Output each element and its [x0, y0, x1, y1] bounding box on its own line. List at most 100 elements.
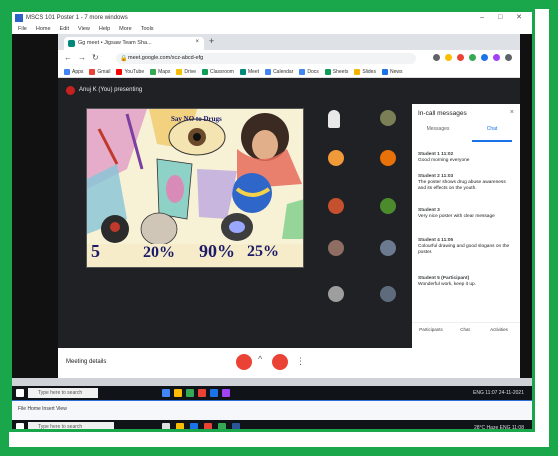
menu-item[interactable]: File: [18, 26, 27, 32]
slides-icon: [354, 68, 361, 75]
calendar-icon: [265, 68, 272, 75]
participant-tile[interactable]: [328, 110, 340, 128]
docs-icon: [299, 68, 306, 75]
address-bar[interactable]: 🔒 meet.google.com/xcz-abcd-efg: [116, 53, 416, 64]
taskbar-app-icon[interactable]: [186, 389, 194, 397]
window-controls[interactable]: – □ ✕: [480, 13, 528, 21]
system-tray: ENG 11:07 24-11-2021: [473, 390, 524, 396]
menu-item[interactable]: Edit: [60, 26, 69, 32]
chevron-up-icon[interactable]: ^: [258, 354, 262, 364]
end-call-button[interactable]: [272, 354, 288, 370]
participant-tile[interactable]: [328, 240, 344, 256]
menu-item[interactable]: Home: [36, 26, 51, 32]
poster-stat: 90%: [199, 241, 235, 261]
taskbar-app-icon[interactable]: [210, 389, 218, 397]
participant-tile[interactable]: [328, 198, 344, 214]
chat-message: Student 2 11:03 The poster shows drug ab…: [418, 174, 506, 191]
taskbar-bottom: Type here to search 28°C Haze ENG 11:08: [12, 420, 532, 429]
apps-icon: [64, 68, 70, 75]
drive-icon: [176, 68, 183, 75]
bookmark-item[interactable]: Classroom: [202, 68, 234, 75]
bookmark-item[interactable]: Docs: [299, 68, 319, 75]
tab-chat[interactable]: Chat: [472, 126, 512, 132]
bookmark-item[interactable]: YouTube: [116, 68, 144, 75]
taskbar-app-icon[interactable]: [162, 423, 170, 429]
shared-screen-poster: Say NO to Drugs 5 20% 90% 25%: [86, 108, 304, 268]
active-tab-indicator: [472, 140, 512, 142]
windows-start-icon[interactable]: [16, 423, 24, 429]
close-tab-icon[interactable]: ×: [195, 39, 199, 45]
menu-dots-icon[interactable]: [505, 54, 512, 61]
star-icon[interactable]: [445, 54, 452, 61]
tab-bar: Gg meet • Jigsaw Team Sha... × +: [58, 34, 520, 50]
taskbar-app-icon[interactable]: [190, 423, 198, 429]
extension-icon[interactable]: [469, 54, 476, 61]
bookmark-item[interactable]: Drive: [176, 68, 196, 75]
address-row: ← → ↻ 🔒 meet.google.com/xcz-abcd-efg: [58, 50, 520, 66]
reload-icon[interactable]: ↻: [92, 53, 99, 62]
bookmark-item[interactable]: Apps: [64, 68, 83, 75]
menu-item[interactable]: View: [78, 26, 90, 32]
more-options-icon[interactable]: ⋮: [296, 356, 305, 367]
tab-messages[interactable]: Messages: [418, 126, 458, 132]
new-tab-button[interactable]: +: [209, 36, 214, 46]
bookmark-item[interactable]: Meet: [239, 68, 259, 75]
participant-tile[interactable]: [328, 286, 344, 302]
participants-button[interactable]: Participants: [416, 327, 446, 332]
lock-icon: 🔒: [120, 56, 128, 62]
maps-icon: [150, 68, 157, 75]
bookmark-item[interactable]: Slides: [354, 68, 376, 75]
menu-item[interactable]: Help: [99, 26, 110, 32]
bookmark-item[interactable]: Sheets: [324, 68, 348, 75]
chat-button[interactable]: Chat: [450, 327, 480, 332]
meeting-details-button[interactable]: Meeting details: [66, 359, 106, 365]
camera-icon[interactable]: [433, 54, 440, 61]
mic-off-button[interactable]: [236, 354, 252, 370]
taskbar-app-icon[interactable]: [176, 423, 184, 429]
participant-tile[interactable]: [380, 150, 396, 166]
menu-item[interactable]: Tools: [141, 26, 154, 32]
participant-tile[interactable]: [380, 286, 396, 302]
news-icon: [381, 68, 388, 75]
taskbar-search[interactable]: Type here to search: [28, 422, 114, 429]
separator-band: [12, 378, 532, 386]
activities-button[interactable]: Activities: [484, 327, 514, 332]
taskbar-app-icon[interactable]: [198, 389, 206, 397]
close-panel-icon[interactable]: ×: [510, 109, 514, 116]
chat-message: Student 3 Very nice poster with clear me…: [418, 208, 495, 219]
taskbar-app-icon[interactable]: [204, 423, 212, 429]
taskbar-app-icon[interactable]: [222, 389, 230, 397]
taskbar-app-icon[interactable]: [162, 389, 170, 397]
windows-start-icon[interactable]: [16, 389, 24, 397]
extension-icon[interactable]: [481, 54, 488, 61]
back-icon[interactable]: ←: [64, 53, 72, 62]
browser-tab[interactable]: Gg meet • Jigsaw Team Sha... ×: [64, 37, 204, 50]
tab-title: Gg meet • Jigsaw Team Sha...: [78, 40, 152, 46]
bookmark-item[interactable]: Gmail: [89, 68, 110, 75]
extension-icons: [433, 54, 512, 61]
meet-icon: [239, 68, 246, 75]
app-icon: [15, 14, 23, 22]
forward-icon[interactable]: →: [78, 53, 86, 62]
ribbon-menu[interactable]: File Home Insert View: [18, 406, 67, 412]
presenter-chip: Anuj K (You) presenting: [66, 84, 142, 96]
taskbar-search[interactable]: Type here to search: [28, 388, 98, 398]
bookmark-item[interactable]: Maps: [150, 68, 170, 75]
taskbar-top: Type here to search ENG 11:07 24-11-2021: [12, 386, 532, 400]
menu-item[interactable]: More: [119, 26, 132, 32]
screen: MSCS 101 Poster 1 - 7 more windows – □ ✕…: [9, 9, 535, 432]
taskbar-app-icon[interactable]: [232, 423, 240, 429]
taskbar-app-icon[interactable]: [218, 423, 226, 429]
profile-avatar[interactable]: [493, 54, 500, 61]
bookmark-item[interactable]: News: [381, 68, 402, 75]
participant-tile[interactable]: [380, 110, 396, 126]
taskbar-app-icon[interactable]: [174, 389, 182, 397]
extension-icon[interactable]: [457, 54, 464, 61]
panel-title: In-call messages: [418, 110, 467, 117]
bookmark-item[interactable]: Calendar: [265, 68, 293, 75]
chat-message: Student 5 (Participant) Wonderful work, …: [418, 276, 477, 287]
participant-tile[interactable]: [380, 198, 396, 214]
participant-tile[interactable]: [380, 240, 396, 256]
participant-tile[interactable]: [328, 150, 344, 166]
youtube-icon: [116, 68, 123, 75]
